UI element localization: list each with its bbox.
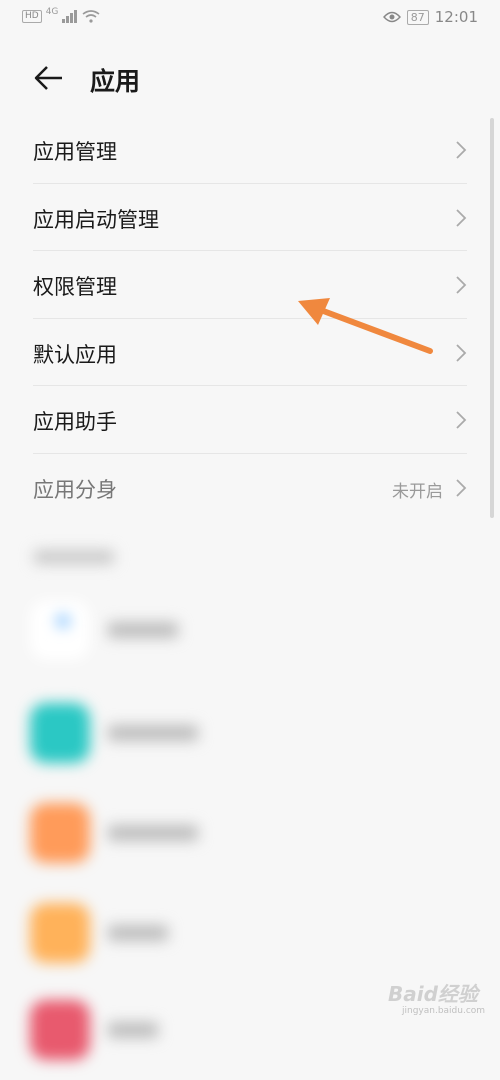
app-icon <box>30 600 90 660</box>
menu-item-label: 默认应用 <box>33 342 117 367</box>
hd-badge: HD <box>22 10 42 23</box>
list-item[interactable] <box>30 903 470 983</box>
app-name-placeholder <box>108 622 178 638</box>
menu-item-label: 应用管理 <box>33 140 117 164</box>
menu-item-default-apps[interactable]: 默认应用 <box>33 319 467 386</box>
menu-item-label: 权限管理 <box>33 275 117 299</box>
chevron-right-icon <box>456 141 467 159</box>
menu-item-label: 应用启动管理 <box>33 207 159 232</box>
menu-item-permissions[interactable]: 权限管理 <box>33 251 467 319</box>
app-name-placeholder <box>108 925 168 941</box>
menu-item-label: 应用分身 <box>33 477 117 502</box>
page-title: 应用 <box>90 67 141 96</box>
signal-icon <box>62 10 78 23</box>
watermark-text: Baid经验 <box>388 982 478 1006</box>
status-bar: HD 4G 87 12:01 <box>0 0 500 40</box>
header: 应用 <box>0 50 500 106</box>
back-button[interactable] <box>28 58 68 98</box>
menu-item-app-twin[interactable]: 应用分身 未开启 <box>33 454 467 521</box>
list-item[interactable] <box>30 803 470 883</box>
app-name-placeholder <box>108 725 198 741</box>
battery-indicator: 87 <box>406 9 429 25</box>
network-type: 4G <box>45 6 59 17</box>
watermark-logo: Baid经验 jingyan.baidu.com <box>388 972 485 1022</box>
status-left: HD 4G <box>22 6 100 23</box>
app-name-placeholder <box>108 825 198 841</box>
list-item[interactable] <box>30 600 470 680</box>
chevron-right-icon <box>456 208 467 227</box>
menu-item-value: 未开启 <box>392 481 443 502</box>
menu-item-app-assistant[interactable]: 应用助手 <box>33 386 467 454</box>
list-item[interactable] <box>30 703 470 783</box>
chevron-right-icon <box>456 478 467 497</box>
menu-item-app-management[interactable]: 应用管理 <box>33 116 467 184</box>
settings-menu: 应用管理 应用启动管理 权限管理 默认应用 应用助手 应用分身 未开启 <box>0 116 500 520</box>
chevron-right-icon <box>456 411 467 429</box>
menu-item-label: 应用助手 <box>33 410 117 434</box>
app-icon <box>30 903 90 963</box>
status-right: 87 12:01 <box>382 8 478 26</box>
section-header-placeholder <box>34 550 114 564</box>
eye-icon <box>382 11 401 23</box>
menu-item-app-launch[interactable]: 应用启动管理 <box>33 184 467 251</box>
blurred-app-list <box>0 520 500 1060</box>
app-icon <box>30 1000 90 1060</box>
scrollbar[interactable] <box>490 118 494 518</box>
app-name-placeholder <box>108 1022 158 1038</box>
app-icon <box>30 703 90 763</box>
chevron-right-icon <box>456 343 467 362</box>
chevron-right-icon <box>456 276 467 294</box>
back-arrow-icon <box>34 66 62 90</box>
app-icon <box>30 803 90 863</box>
clock: 12:01 <box>434 8 478 26</box>
watermark-sub: jingyan.baidu.com <box>402 1006 486 1016</box>
wifi-icon <box>82 10 100 23</box>
